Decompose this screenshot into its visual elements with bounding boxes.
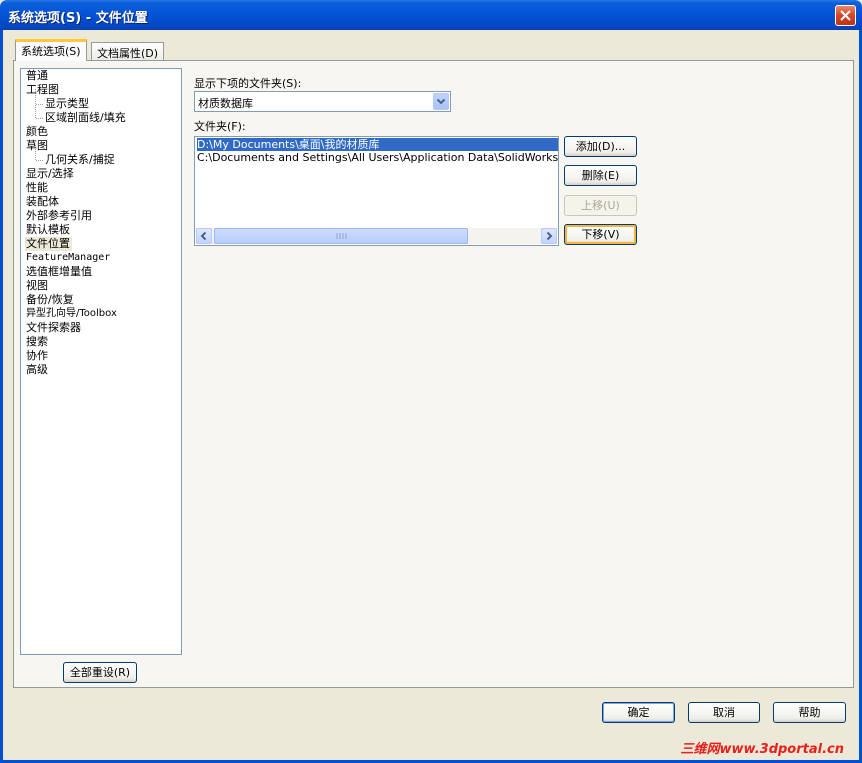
reset-all-button[interactable]: 全部重设(R) (63, 662, 137, 683)
window-title: 系统选项(S) - 文件位置 (8, 11, 148, 26)
folders-list[interactable]: D:\My Documents\桌面\我的材质库 C:\Documents an… (194, 136, 559, 246)
folders-label: 文件夹(F): (194, 120, 246, 133)
tree-item-search[interactable]: 搜索 (26, 335, 48, 349)
reset-all-label: 全部重设(R) (69, 666, 131, 679)
tree-item-performance[interactable]: 性能 (26, 181, 48, 195)
tab-document-properties-label: 文档属性(D) (97, 47, 159, 60)
delete-button-label: 删除(E) (581, 169, 620, 182)
tree-item-file-locations[interactable]: 文件位置 (25, 237, 72, 251)
options-tree[interactable]: 普通 工程图 显示类型 区域剖面线/填充 颜色 草图 几何关系/捕捉 显示/选择… (20, 68, 182, 655)
scroll-thumb[interactable] (214, 228, 468, 244)
cancel-button[interactable]: 取消 (688, 702, 760, 723)
move-down-button-label: 下移(V) (581, 228, 620, 241)
tree-item-assemblies[interactable]: 装配体 (26, 195, 59, 209)
tree-item-drawings[interactable]: 工程图 (26, 83, 59, 97)
tree-item-colors[interactable]: 颜色 (26, 125, 48, 139)
ok-button[interactable]: 确定 (602, 702, 675, 723)
list-item[interactable]: D:\My Documents\桌面\我的材质库 (197, 138, 558, 151)
list-item[interactable]: C:\Documents and Settings\All Users\Appl… (197, 151, 558, 164)
tree-item-area-hatch[interactable]: 区域剖面线/填充 (45, 111, 126, 125)
tree-item-relations-snaps[interactable]: 几何关系/捕捉 (45, 153, 115, 167)
show-folders-value: 材质数据库 (198, 97, 253, 110)
scroll-left-button[interactable] (196, 228, 212, 244)
tree-item-default-templates[interactable]: 默认模板 (26, 223, 70, 237)
show-folders-select[interactable]: 材质数据库 (194, 91, 451, 112)
tree-item-collaboration[interactable]: 协作 (26, 349, 48, 363)
tree-item-hole-wizard-toolbox[interactable]: 异型孔向导/Toolbox (26, 307, 117, 321)
tree-item-external-references[interactable]: 外部参考引用 (26, 209, 92, 223)
chevron-down-icon (436, 98, 446, 105)
chevron-right-icon (546, 231, 553, 241)
chevron-left-icon (200, 231, 207, 241)
tree-connector (36, 160, 43, 161)
dropdown-button[interactable] (433, 93, 449, 110)
move-down-button[interactable]: 下移(V) (564, 224, 637, 245)
help-button[interactable]: 帮助 (773, 702, 846, 723)
delete-button[interactable]: 删除(E) (564, 165, 637, 186)
move-up-button-label: 上移(U) (581, 199, 620, 212)
tree-connector (36, 118, 43, 119)
tree-item-backup-recover[interactable]: 备份/恢复 (26, 293, 74, 307)
add-button[interactable]: 添加(D)... (564, 136, 637, 157)
tab-system-options-label: 系统选项(S) (21, 45, 81, 58)
cancel-button-label: 取消 (713, 706, 735, 719)
show-folders-label: 显示下项的文件夹(S): (194, 77, 302, 90)
tree-item-display-type[interactable]: 显示类型 (45, 97, 89, 111)
ok-button-label: 确定 (627, 706, 650, 719)
tree-item-general[interactable]: 普通 (26, 69, 48, 83)
add-button-label: 添加(D)... (575, 140, 626, 153)
window-frame-left (0, 30, 3, 763)
close-button[interactable] (835, 5, 856, 26)
tree-item-sketch[interactable]: 草图 (26, 139, 48, 153)
tree-connector (36, 104, 43, 105)
tree-item-featuremanager[interactable]: FeatureManager (26, 251, 110, 265)
tree-item-file-explorer[interactable]: 文件探索器 (26, 321, 81, 335)
help-button-label: 帮助 (798, 706, 821, 719)
tree-item-display-selection[interactable]: 显示/选择 (26, 167, 74, 181)
title-bar[interactable]: 系统选项(S) - 文件位置 (0, 0, 862, 30)
tab-system-options[interactable]: 系统选项(S) (15, 39, 87, 61)
tab-document-properties[interactable]: 文档属性(D) (91, 42, 165, 61)
tree-item-spin-box-increments[interactable]: 选值框增量值 (26, 265, 92, 279)
tree-item-view[interactable]: 视图 (26, 279, 48, 293)
tree-item-advanced[interactable]: 高级 (26, 363, 48, 377)
watermark: 三维网www.3dportal.cn (680, 742, 844, 757)
options-dialog: 系统选项(S) - 文件位置 系统选项(S) 文档属性(D) 普通 工程图 显示… (0, 0, 862, 763)
close-icon (840, 10, 851, 21)
move-up-button[interactable]: 上移(U) (564, 195, 637, 216)
scroll-right-button[interactable] (541, 228, 557, 244)
grip-icon (336, 233, 347, 239)
horizontal-scrollbar[interactable] (196, 228, 557, 244)
